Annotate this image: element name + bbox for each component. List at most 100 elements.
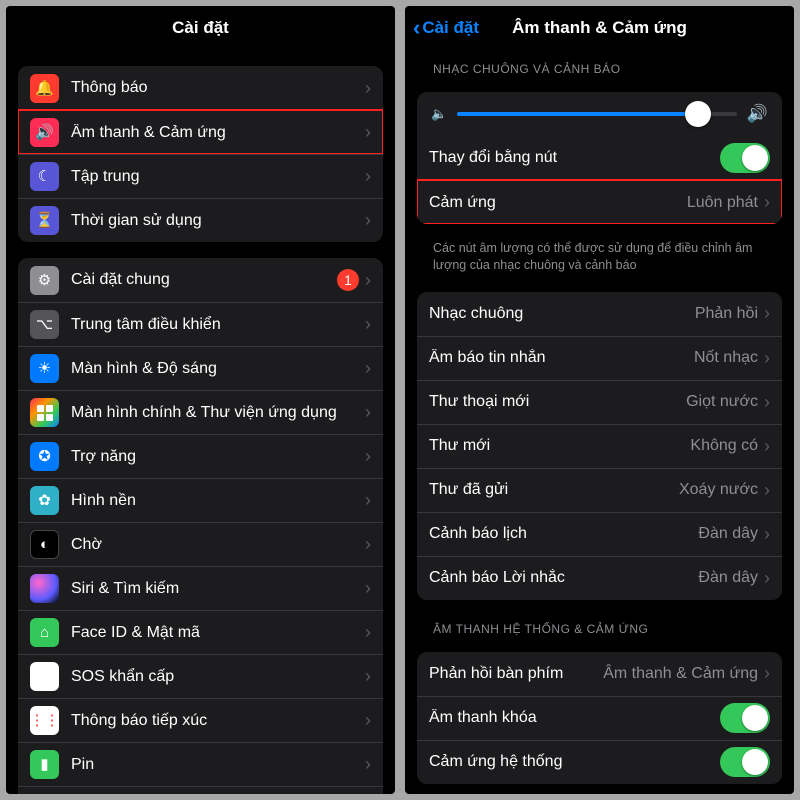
row-haptics[interactable]: Cảm ứng Luôn phát › — [417, 180, 782, 224]
row-value: Đàn dây — [698, 525, 758, 543]
row-sound-1[interactable]: Âm báo tin nhắn Nốt nhạc › — [417, 336, 782, 380]
row-label: Tập trung — [71, 168, 359, 186]
chevron-right-icon: › — [764, 436, 770, 457]
row-focus[interactable]: ☾ Tập trung › — [18, 154, 383, 198]
row-label: Thông báo tiếp xúc — [71, 712, 359, 730]
chevron-right-icon: › — [365, 358, 371, 379]
row-home-screen[interactable]: Màn hình chính & Thư viện ứng dụng › — [18, 390, 383, 434]
chevron-right-icon: › — [764, 480, 770, 501]
row-label: Thư mới — [429, 437, 682, 455]
row-label: Pin — [71, 756, 359, 774]
row-label: Âm thanh khóa — [429, 709, 720, 727]
row-lock-sound[interactable]: Âm thanh khóa — [417, 696, 782, 740]
group-ringer: 🔈 🔊 Thay đổi bằng nút Cảm ứng Luôn phát … — [417, 92, 782, 224]
toggle-system-haptics[interactable] — [720, 747, 770, 777]
chevron-right-icon: › — [365, 622, 371, 643]
row-value: Đàn dây — [698, 569, 758, 587]
row-general[interactable]: ⚙︎ Cài đặt chung 1 › — [18, 258, 383, 302]
row-sound-2[interactable]: Thư thoại mớiGiọt nước› — [417, 380, 782, 424]
row-sounds-haptics[interactable]: 🔊 Âm thanh & Cảm ứng › — [18, 110, 383, 154]
siri-icon — [30, 574, 59, 603]
group-system-sounds: Phản hồi bàn phím Âm thanh & Cảm ứng › Â… — [417, 652, 782, 784]
row-label: SOS khẩn cấp — [71, 668, 359, 686]
sounds-list[interactable]: NHẠC CHUÔNG VÀ CẢNH BÁO 🔈 🔊 Thay đổi bằn… — [405, 50, 794, 794]
chevron-right-icon: › — [365, 402, 371, 423]
flower-icon: ✿ — [30, 486, 59, 515]
row-privacy[interactable]: ✋ Quyền riêng tư & Bảo mật › — [18, 786, 383, 794]
back-label: Cài đặt — [422, 18, 479, 38]
group-sound-assignments: Nhạc chuông Phản hồi › Âm báo tin nhắn Nốt n… — [417, 292, 782, 600]
row-label: Cảnh báo Lời nhắc — [429, 569, 690, 587]
moon-icon: ☾ — [30, 162, 59, 191]
chevron-right-icon: › — [365, 314, 371, 335]
chevron-right-icon: › — [365, 666, 371, 687]
row-sound-3[interactable]: Thư mớiKhông có› — [417, 424, 782, 468]
speaker-high-icon: 🔊 — [747, 104, 768, 124]
row-control-center[interactable]: ⌥ Trung tâm điều khiển › — [18, 302, 383, 346]
section-header-ringtone: NHẠC CHUÔNG VÀ CẢNH BÁO — [417, 56, 782, 82]
apps-grid-icon — [30, 398, 59, 427]
chevron-right-icon: › — [764, 524, 770, 545]
row-screentime[interactable]: ⏳ Thời gian sử dụng › — [18, 198, 383, 242]
switches-icon: ⌥ — [30, 310, 59, 339]
row-sound-5[interactable]: Cảnh báo lịch Đàn dây › — [417, 512, 782, 556]
row-label: Cảm ứng — [429, 194, 679, 212]
row-keyboard-feedback[interactable]: Phản hồi bàn phím Âm thanh & Cảm ứng › — [417, 652, 782, 696]
header: ‹ Cài đặt Âm thanh & Cảm ứng — [405, 6, 794, 50]
settings-list[interactable]: 🔔 Thông báo › 🔊 Âm thanh & Cảm ứng › ☾ T… — [6, 50, 395, 794]
chevron-right-icon: › — [365, 166, 371, 187]
row-standby[interactable]: ◐ Chờ › — [18, 522, 383, 566]
row-accessibility[interactable]: ✪ Trợ năng › — [18, 434, 383, 478]
row-label: Thay đổi bằng nút — [429, 149, 720, 167]
section-footer-ringer: Các nút âm lượng có thể được sử dụng để … — [417, 240, 782, 282]
row-value: Xoáy nước — [679, 481, 758, 499]
row-wallpaper[interactable]: ✿ Hình nền › — [18, 478, 383, 522]
row-change-with-buttons[interactable]: Thay đổi bằng nút — [417, 136, 782, 180]
slider-fill — [457, 112, 697, 116]
settings-group-attention: 🔔 Thông báo › 🔊 Âm thanh & Cảm ứng › ☾ T… — [18, 66, 383, 242]
hourglass-icon: ⏳ — [30, 206, 59, 235]
row-label: Thư thoại mới — [429, 393, 678, 411]
chevron-right-icon: › — [365, 710, 371, 731]
row-label: Trợ năng — [71, 448, 359, 466]
chevron-right-icon: › — [365, 270, 371, 291]
chevron-right-icon: › — [365, 210, 371, 231]
ringer-volume-slider[interactable]: 🔈 🔊 — [417, 92, 782, 136]
row-sound-0[interactable]: Nhạc chuông Phản hồi › — [417, 292, 782, 336]
row-sound-6[interactable]: Cảnh báo Lời nhắc Đàn dây › — [417, 556, 782, 600]
row-value: Nốt nhạc — [694, 349, 758, 367]
row-label: Âm báo tin nhắn — [429, 349, 686, 367]
row-value: Phản hồi — [695, 305, 758, 323]
row-label: Cảnh báo lịch — [429, 525, 690, 543]
row-sound-4[interactable]: Thư đã gửiXoáy nước› — [417, 468, 782, 512]
bell-icon: 🔔 — [30, 74, 59, 103]
brightness-icon: ☀︎ — [30, 354, 59, 383]
slider-thumb[interactable] — [685, 101, 711, 127]
clock-icon: ◐ — [30, 530, 59, 559]
chevron-right-icon: › — [764, 568, 770, 589]
chevron-right-icon: › — [764, 303, 770, 324]
row-battery[interactable]: ▮ Pin › — [18, 742, 383, 786]
slider-track[interactable] — [457, 112, 737, 116]
row-label: Siri & Tìm kiếm — [71, 580, 359, 598]
row-system-haptics[interactable]: Cảm ứng hệ thống — [417, 740, 782, 784]
row-exposure[interactable]: ⋮⋮ Thông báo tiếp xúc › — [18, 698, 383, 742]
chevron-right-icon: › — [365, 578, 371, 599]
back-button[interactable]: ‹ Cài đặt — [413, 6, 479, 50]
row-label: Màn hình chính & Thư viện ứng dụng — [71, 404, 359, 422]
sounds-haptics-screen: ‹ Cài đặt Âm thanh & Cảm ứng NHẠC CHUÔNG… — [405, 6, 794, 794]
row-label: Face ID & Mật mã — [71, 624, 359, 642]
chevron-right-icon: › — [764, 663, 770, 684]
gear-icon: ⚙︎ — [30, 266, 59, 295]
row-notifications[interactable]: 🔔 Thông báo › — [18, 66, 383, 110]
toggle-change-with-buttons[interactable] — [720, 143, 770, 173]
chevron-right-icon: › — [764, 348, 770, 369]
row-label: Nhạc chuông — [429, 305, 687, 323]
chevron-right-icon: › — [365, 754, 371, 775]
row-faceid[interactable]: ⌂ Face ID & Mật mã › — [18, 610, 383, 654]
toggle-lock-sound[interactable] — [720, 703, 770, 733]
row-siri[interactable]: Siri & Tìm kiếm › — [18, 566, 383, 610]
row-value: Âm thanh & Cảm ứng — [603, 665, 758, 683]
row-sos[interactable]: SOS SOS khẩn cấp › — [18, 654, 383, 698]
row-display[interactable]: ☀︎ Màn hình & Độ sáng › — [18, 346, 383, 390]
